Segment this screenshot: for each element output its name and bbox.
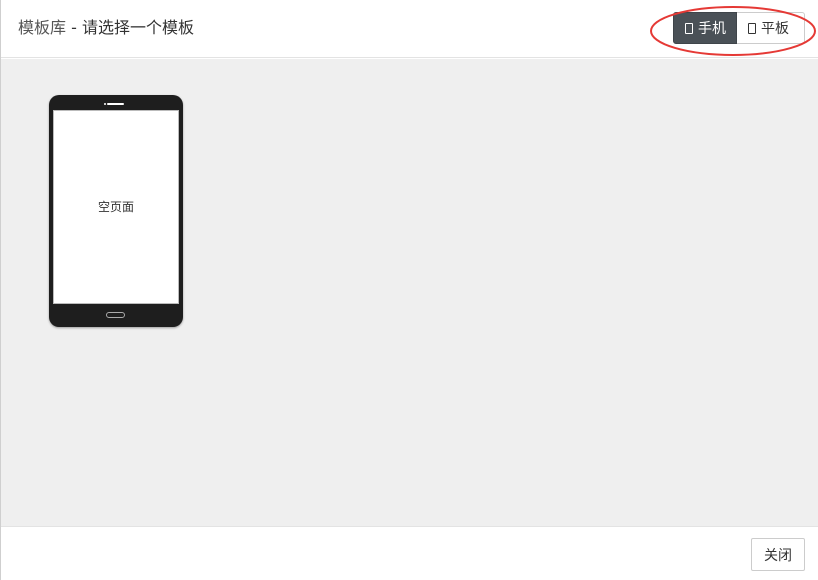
template-card-blank-page[interactable]: 空页面 — [49, 95, 183, 327]
template-label: 空页面 — [97, 200, 134, 214]
tablet-toggle-label: 平板 — [761, 21, 789, 37]
phone-toggle-button[interactable]: 手机 — [673, 12, 737, 44]
close-button[interactable]: 关闭 — [751, 538, 805, 571]
dialog-title-text: 请选择一个模板 — [81, 18, 194, 37]
dialog-header: 模板库 - 请选择一个模板 手机 平板 — [1, 0, 818, 58]
tablet-toggle-button[interactable]: 平板 — [737, 12, 805, 44]
phone-frame: 空页面 — [49, 95, 183, 327]
phone-speaker — [107, 103, 124, 105]
device-toggle-group: 手机 平板 — [673, 12, 805, 44]
template-library-dialog: 模板库 - 请选择一个模板 手机 平板 空页面 关闭 — [0, 0, 818, 580]
dialog-title-separator: - — [66, 18, 82, 37]
phone-camera — [104, 103, 106, 105]
tablet-icon — [748, 22, 756, 34]
phone-toggle-label: 手机 — [698, 21, 726, 37]
dialog-footer: 关闭 — [1, 526, 818, 580]
template-list-area: 空页面 — [1, 59, 818, 526]
dialog-title-prefix: 模板库 — [18, 18, 67, 37]
phone-icon — [685, 22, 693, 34]
phone-home-button — [106, 312, 125, 318]
dialog-title: 模板库 - 请选择一个模板 — [18, 17, 194, 39]
